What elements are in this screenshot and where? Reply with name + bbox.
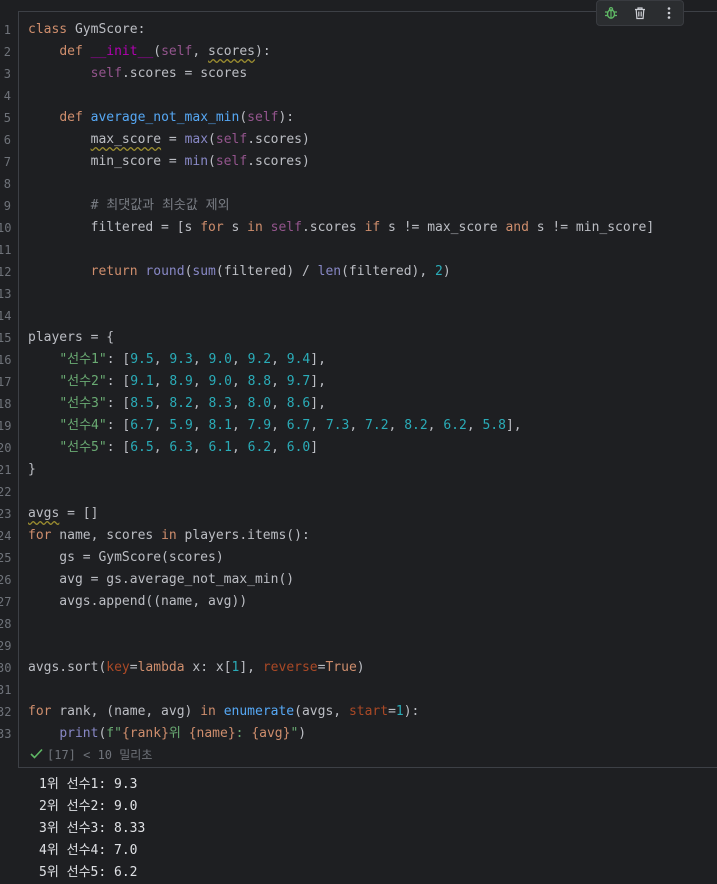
line-number: 9: [3, 199, 11, 213]
code-line: def __init__(self, scores):: [59, 44, 271, 59]
line-number: 6: [3, 133, 11, 147]
line-number: 7: [3, 155, 11, 169]
code-line: avgs.append((name, avg)): [28, 594, 248, 609]
execution-status-text: [17] < 10 밀리초: [47, 748, 153, 762]
checkmark-icon: [30, 748, 43, 762]
line-number: 27: [0, 595, 12, 609]
line-number: 3: [3, 67, 11, 81]
line-number: 21: [0, 463, 12, 477]
code-line: filtered = [s for s in self.scores if s …: [28, 220, 655, 235]
line-number: 17: [0, 375, 12, 389]
line-number: 30: [0, 661, 12, 675]
line-number: 29: [0, 639, 12, 653]
code-line: "선수3": [8.5, 8.2, 8.3, 8.0, 8.6],: [59, 396, 326, 411]
line-number: 12: [0, 265, 12, 279]
code-line: "선수1": [9.5, 9.3, 9.0, 9.2, 9.4],: [59, 352, 326, 367]
line-number: 2: [3, 45, 11, 59]
line-number: 15: [0, 331, 12, 345]
line-number: 33: [0, 727, 12, 741]
output-line: 2위 선수2: 9.0: [39, 799, 138, 814]
code-line: for name, scores in players.items():: [28, 528, 310, 543]
code-line: min_score = min(self.scores): [28, 154, 310, 169]
line-number: 26: [0, 573, 12, 587]
execution-status: [17] < 10 밀리초: [30, 746, 152, 763]
code-line: # 최댓값과 최솟값 제외: [90, 198, 230, 213]
code-line: for rank, (name, avg) in enumerate(avgs,…: [28, 704, 420, 719]
output-line: 3위 선수3: 8.33: [39, 821, 146, 836]
line-number: 19: [0, 419, 12, 433]
cell-output: 1위 선수1: 9.3 2위 선수2: 9.0 3위 선수3: 8.33 4위 …: [39, 774, 145, 884]
line-number: 1: [3, 23, 11, 37]
code-line: max_score = max(self.scores): [90, 132, 310, 147]
line-number: 11: [0, 243, 12, 257]
code-line: avg = gs.average_not_max_min(): [28, 572, 295, 587]
code-line: }: [28, 462, 36, 477]
code-line: print(f"{rank}위 {name}: {avg}"): [59, 726, 307, 741]
code-line: "선수4": [6.7, 5.9, 8.1, 7.9, 6.7, 7.3, 7.…: [59, 418, 522, 433]
code-line: gs = GymScore(scores): [28, 550, 224, 565]
line-number: 4: [3, 89, 11, 103]
code-line: avgs.sort(key=lambda x: x[1], reverse=Tr…: [28, 660, 365, 675]
code-line: players = {: [28, 330, 115, 345]
line-number: 20: [0, 441, 12, 455]
code-line: return round(sum(filtered) / len(filtere…: [90, 264, 451, 279]
code-line: class GymScore:: [28, 22, 146, 37]
code-line: avgs = []: [28, 506, 99, 521]
line-number: 24: [0, 529, 12, 543]
code-line: "선수2": [9.1, 8.9, 9.0, 8.8, 9.7],: [59, 374, 326, 389]
output-line: 5위 선수5: 6.2: [39, 865, 138, 880]
code-line: "선수5": [6.5, 6.3, 6.1, 6.2, 6.0]: [59, 440, 319, 455]
line-number: 13: [0, 287, 12, 301]
code-line: self.scores = scores: [90, 66, 248, 81]
line-number: 14: [0, 309, 12, 323]
line-number: 8: [3, 177, 11, 191]
line-number: 23: [0, 507, 12, 521]
line-number: 16: [0, 353, 12, 367]
output-line: 1위 선수1: 9.3: [39, 777, 138, 792]
line-number: 28: [0, 617, 12, 631]
code-line: def average_not_max_min(self):: [59, 110, 295, 125]
line-number: 10: [0, 221, 12, 235]
line-number: 25: [0, 551, 12, 565]
line-number: 22: [0, 485, 12, 499]
line-number: 18: [0, 397, 12, 411]
line-number: 5: [3, 111, 11, 125]
output-line: 4위 선수4: 7.0: [39, 843, 138, 858]
line-number: 31: [0, 683, 12, 697]
code-editor[interactable]: class GymScore: def __init__(self, score…: [28, 19, 717, 745]
line-number: 32: [0, 705, 12, 719]
